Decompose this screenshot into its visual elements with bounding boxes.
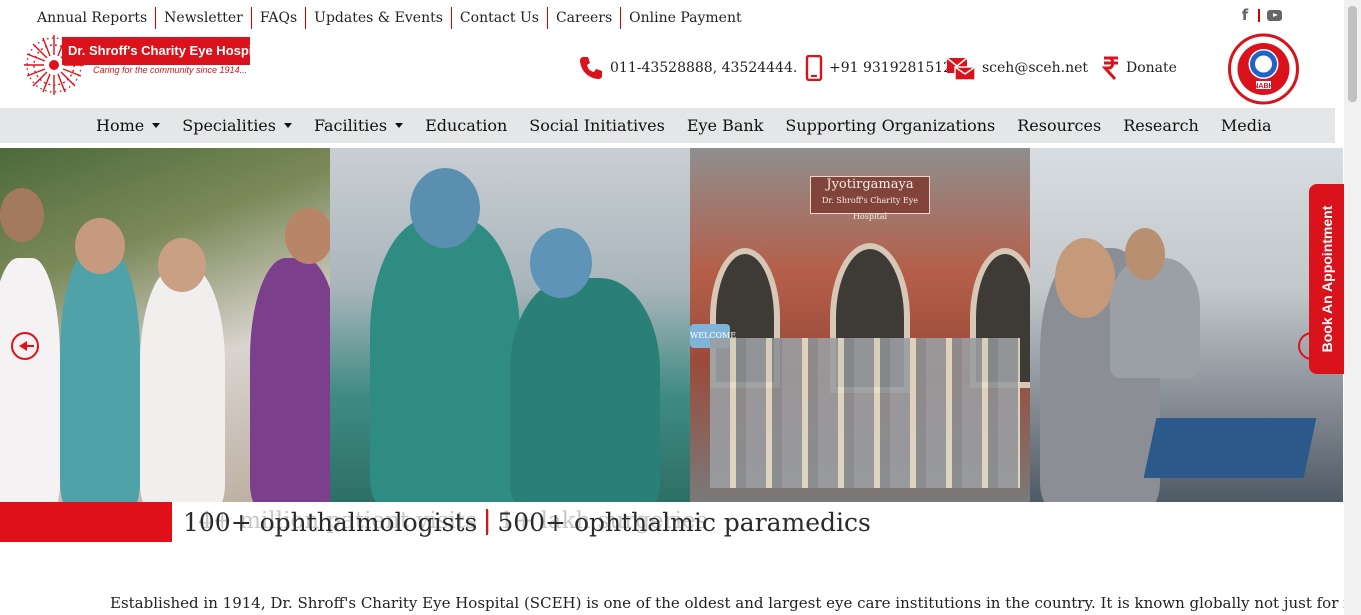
link-contact-us[interactable]: Contact Us [450,7,547,29]
donate-label: Donate [1126,60,1177,76]
hero-photo-reception [1030,148,1343,502]
logo-tagline: Caring for the community since 1914... [93,65,248,75]
hospital-logo[interactable]: Dr. Shroff's Charity Eye Hospital Caring… [22,33,268,97]
hero-photo-surgeons [330,148,700,502]
nav-supporting-organizations[interactable]: Supporting Organizations [774,108,1006,143]
hero-photo-students: Jyotirgamaya Dr. Shroff's Charity Eye Ho… [690,148,1045,502]
facebook-icon[interactable]: f [1238,6,1252,24]
nabh-label: NABH [1253,83,1273,90]
building-sign: Jyotirgamaya [826,177,914,192]
book-appointment-label: Book An Appointment [1318,205,1335,353]
social-links: f [1238,6,1282,24]
chevron-down-icon [395,123,404,128]
building-sign-subtitle: Dr. Shroff's Charity Eye Hospital [821,196,919,221]
slider-prev-arrow-icon[interactable] [11,332,39,360]
contact-mobile[interactable]: +91 9319281512 [805,55,952,81]
nav-facilities-label: Facilities [313,116,388,135]
link-faqs[interactable]: FAQs [250,7,305,29]
top-utility-links: Annual Reports Newsletter FAQs Updates &… [29,7,750,29]
rupee-icon [1102,56,1118,81]
main-navigation: Home Specialities Facilities Education S… [0,108,1335,143]
nav-specialities-label: Specialities [182,116,276,135]
youtube-icon[interactable] [1267,9,1282,21]
social-divider [1258,8,1260,22]
nav-facilities[interactable]: Facilities [303,108,414,143]
chevron-down-icon [152,123,161,128]
nav-eye-bank[interactable]: Eye Bank [676,108,775,143]
intro-paragraph: Established in 1914, Dr. Shroff's Charit… [110,594,1361,612]
link-updates-events[interactable]: Updates & Events [305,7,451,29]
logo-title: Dr. Shroff's Charity Eye Hospital [62,37,268,65]
nav-social-initiatives[interactable]: Social Initiatives [518,108,676,143]
contact-email[interactable]: sceh@sceh.net [946,55,1088,81]
nav-research[interactable]: Research [1112,108,1210,143]
nav-home-label: Home [96,116,145,135]
scrollbar-thumb[interactable] [1348,6,1357,102]
stat-paramedics: 500+ ophthalmic paramedics [497,507,871,537]
link-newsletter[interactable]: Newsletter [155,7,251,29]
nav-education[interactable]: Education [414,108,518,143]
phone-number: 011-43528888, 43524444. [610,60,798,76]
email-address: sceh@sceh.net [982,60,1089,76]
nav-media[interactable]: Media [1210,108,1283,143]
email-icon [946,57,976,81]
stats-divider [486,509,489,535]
book-appointment-button[interactable]: Book An Appointment [1309,184,1344,374]
donate-link[interactable]: Donate [1102,55,1177,81]
mobile-icon [805,55,823,81]
mobile-number: +91 9319281512 [829,60,953,76]
nav-specialities[interactable]: Specialities [171,108,303,143]
stats-accent-bar [0,502,172,542]
stats-ticker: 100+ ophthalmologists 500+ ophthalmic pa… [183,505,871,539]
phone-icon [580,57,602,79]
page-scrollbar[interactable] [1344,0,1361,615]
contact-phone[interactable]: 011-43528888, 43524444. [578,55,797,81]
link-annual-reports[interactable]: Annual Reports [29,7,155,29]
link-online-payment[interactable]: Online Payment [620,7,749,29]
chevron-down-icon [283,123,292,128]
nabh-accreditation-badge: NABH [1228,33,1299,105]
hero-photo-staff [0,148,340,502]
stat-ophthalmologists: 100+ ophthalmologists [183,507,478,537]
link-careers[interactable]: Careers [546,7,620,29]
hero-slider[interactable]: Jyotirgamaya Dr. Shroff's Charity Eye Ho… [0,148,1343,502]
nav-home[interactable]: Home [85,108,171,143]
nav-resources[interactable]: Resources [1006,108,1112,143]
